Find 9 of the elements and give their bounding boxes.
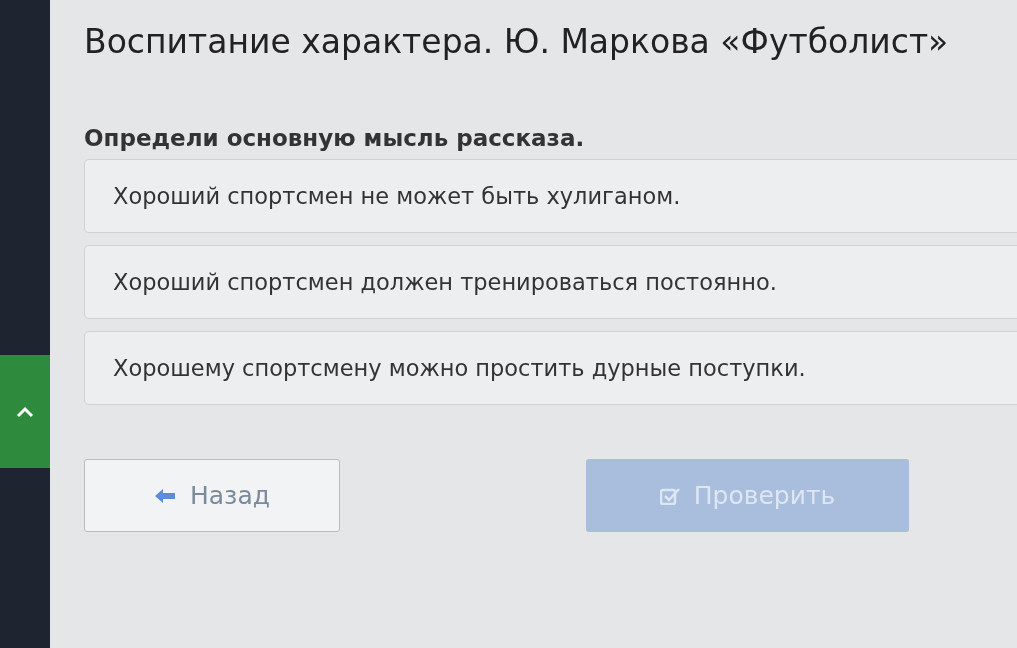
page-title: Воспитание характера. Ю. Маркова «Футболист»: [84, 22, 950, 61]
question-text: Определи основную мысль рассказа.: [84, 125, 586, 151]
collapse-button[interactable]: [0, 355, 50, 468]
caret-icon: [16, 405, 34, 418]
answer-option[interactable]: Хорошему спортсмену можно простить дурные поступки.: [84, 331, 1017, 405]
answer-option[interactable]: Хороший спортсмен не может быть хулиганом.: [84, 159, 1017, 233]
arrow-left-icon: [154, 487, 176, 504]
answer-option[interactable]: Хороший спортсмен должен тренироваться постоянно.: [84, 245, 1017, 319]
checkbox-icon: [659, 486, 680, 505]
